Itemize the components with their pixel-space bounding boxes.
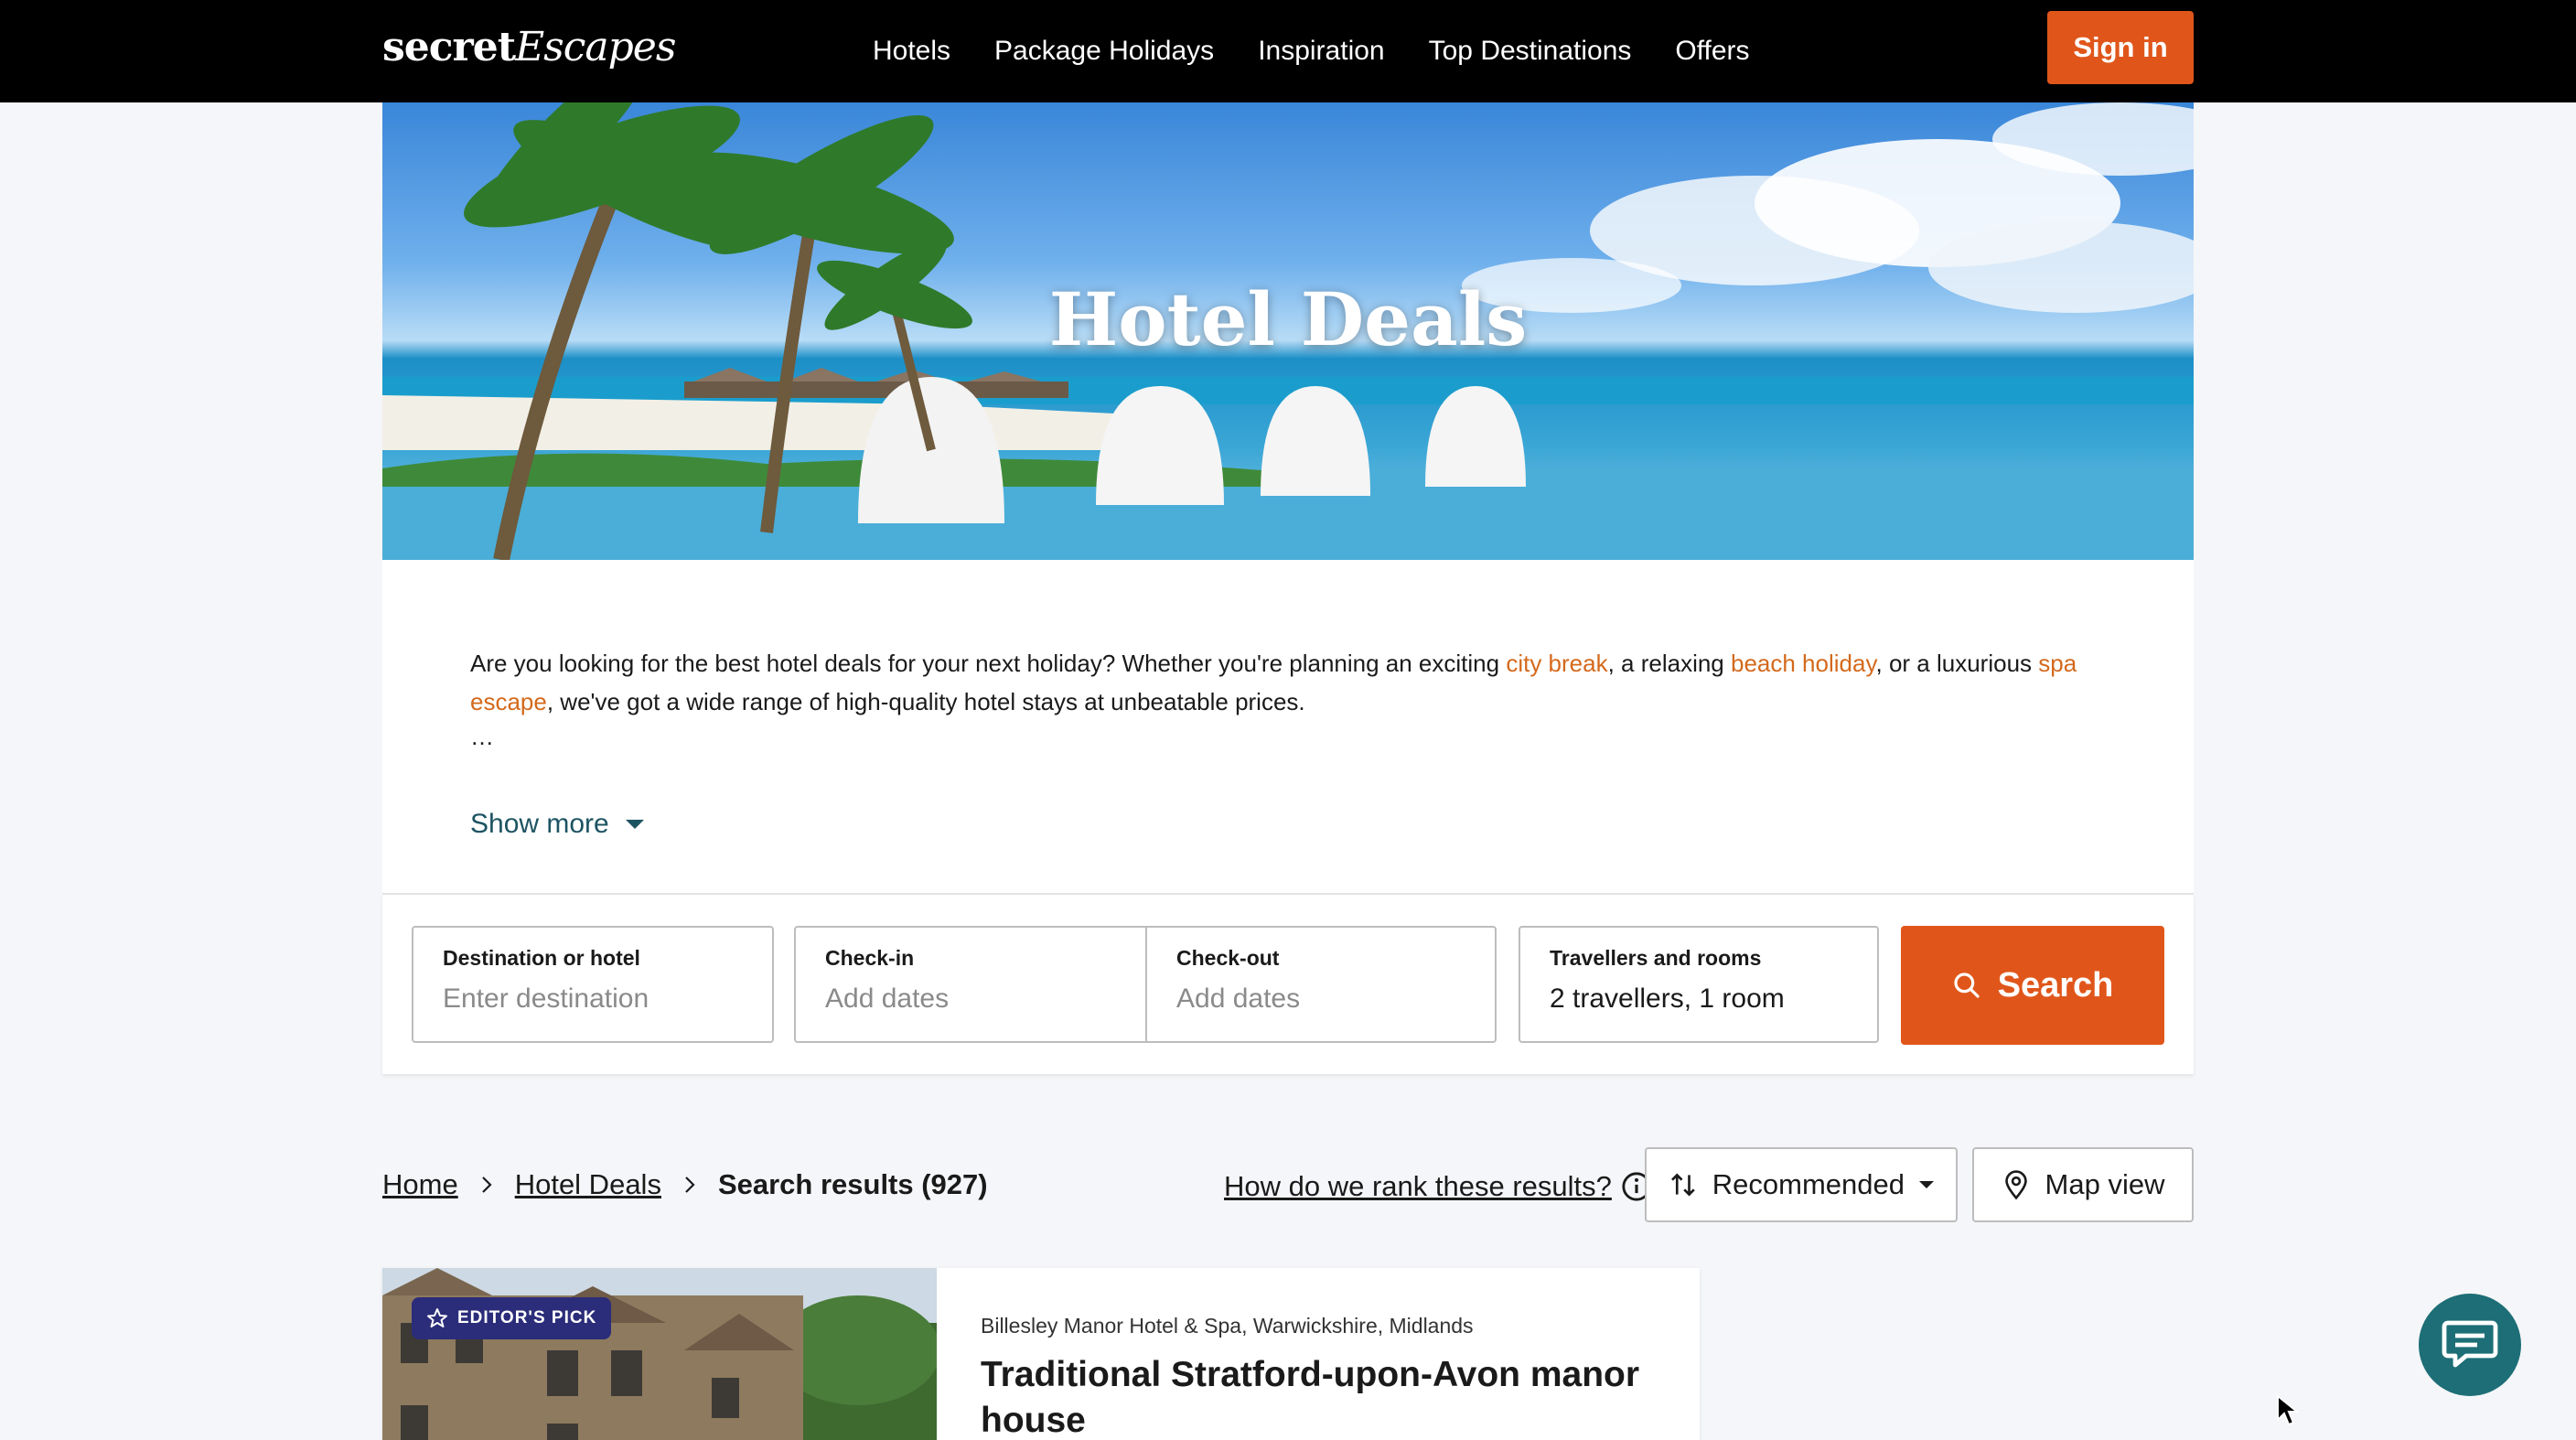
nav-hotels[interactable]: Hotels — [873, 27, 950, 75]
intro-paragraph: Are you looking for the best hotel deals… — [470, 644, 2117, 721]
show-more-button[interactable]: Show more — [470, 809, 644, 840]
search-button-label: Search — [1997, 965, 2114, 1005]
search-bar: Destination or hotel Enter destination C… — [382, 895, 2194, 1074]
beach-holiday-link[interactable]: beach holiday — [1731, 650, 1876, 677]
breadcrumb-current: Search results (927) — [717, 1168, 988, 1200]
nav-package-holidays[interactable]: Package Holidays — [994, 27, 1214, 75]
chevron-right-icon — [481, 1177, 492, 1193]
travellers-label: Travellers and rooms — [1550, 946, 1762, 970]
search-button[interactable]: Search — [1901, 926, 2164, 1045]
intro-text-2: , a relaxing — [1607, 650, 1731, 677]
intro-ellipsis: … — [470, 723, 494, 750]
intro-text-1: Are you looking for the best hotel deals… — [470, 650, 1507, 677]
destination-label: Destination or hotel — [443, 946, 640, 970]
logo-text-escapes: Escapes — [515, 24, 676, 70]
destination-field[interactable]: Destination or hotel Enter destination — [412, 926, 774, 1043]
sort-arrows-icon — [1671, 1173, 1695, 1197]
hotel-title[interactable]: Traditional Stratford-upon-Avon manor ho… — [981, 1352, 1658, 1440]
main-nav: Hotels Package Holidays Inspiration Top … — [873, 27, 1750, 75]
destination-input[interactable]: Enter destination — [443, 983, 743, 1015]
check-in-label: Check-in — [825, 946, 915, 970]
logo-text-secret: secret — [382, 24, 516, 70]
chevron-right-icon — [685, 1177, 695, 1193]
star-icon — [427, 1308, 447, 1327]
travellers-field[interactable]: Travellers and rooms 2 travellers, 1 roo… — [1519, 926, 1879, 1043]
nav-top-destinations[interactable]: Top Destinations — [1429, 27, 1632, 75]
chevron-down-icon — [625, 820, 644, 829]
check-out-input[interactable]: Add dates — [1176, 983, 1465, 1015]
secret-escapes-logo[interactable]: secretEscapes — [382, 20, 676, 75]
hotel-location: Billesley Manor Hotel & Spa, Warwickshir… — [981, 1314, 1474, 1338]
city-break-link[interactable]: city break — [1506, 650, 1607, 677]
check-in-field[interactable]: Check-in Add dates — [794, 926, 1147, 1043]
breadcrumb: Home Hotel Deals Search results (927) — [382, 1162, 988, 1208]
travellers-value[interactable]: 2 travellers, 1 room — [1550, 983, 1848, 1015]
top-navbar: secretEscapes Hotels Package Holidays In… — [0, 0, 2576, 102]
hotel-result-card[interactable]: EDITOR'S PICK Billesley Manor Hotel & Sp… — [382, 1268, 1700, 1440]
chevron-down-icon — [1919, 1181, 1934, 1188]
mouse-cursor-icon — [2277, 1394, 2300, 1426]
sort-dropdown[interactable]: Recommended — [1645, 1147, 1958, 1222]
breadcrumb-hotel-deals[interactable]: Hotel Deals — [515, 1168, 661, 1201]
intro-text-3: , or a luxurious — [1875, 650, 2039, 677]
sign-in-button[interactable]: Sign in — [2047, 11, 2194, 84]
map-view-button[interactable]: Map view — [1972, 1147, 2194, 1222]
search-icon — [1954, 973, 1980, 998]
how-we-rank-link[interactable]: How do we rank these results? — [1224, 1170, 1612, 1203]
intro-text-4: , we've got a wide range of high-quality… — [546, 688, 1305, 715]
badge-label: EDITOR'S PICK — [457, 1308, 597, 1327]
intro-section: Are you looking for the best hotel deals… — [382, 560, 2194, 895]
manor-house-image — [382, 1268, 937, 1440]
show-more-label: Show more — [470, 809, 609, 839]
check-in-input[interactable]: Add dates — [825, 983, 1116, 1015]
hotel-image[interactable]: EDITOR'S PICK — [382, 1268, 937, 1440]
location-pin-icon — [2004, 1170, 2027, 1200]
ranking-info: How do we rank these results? — [1224, 1164, 1652, 1209]
check-out-label: Check-out — [1176, 946, 1280, 970]
chat-bubble-icon — [2442, 1320, 2498, 1368]
hero-banner: Hotel Deals — [382, 102, 2194, 560]
hero-title: Hotel Deals — [1048, 276, 1528, 362]
breadcrumb-home[interactable]: Home — [382, 1168, 458, 1201]
chat-button[interactable] — [2419, 1294, 2521, 1396]
editors-pick-badge: EDITOR'S PICK — [412, 1297, 612, 1339]
map-view-label: Map view — [2045, 1168, 2165, 1200]
nav-offers[interactable]: Offers — [1675, 27, 1749, 75]
nav-inspiration[interactable]: Inspiration — [1258, 27, 1384, 75]
sort-value: Recommended — [1712, 1168, 1905, 1200]
check-out-field[interactable]: Check-out Add dates — [1145, 926, 1497, 1043]
